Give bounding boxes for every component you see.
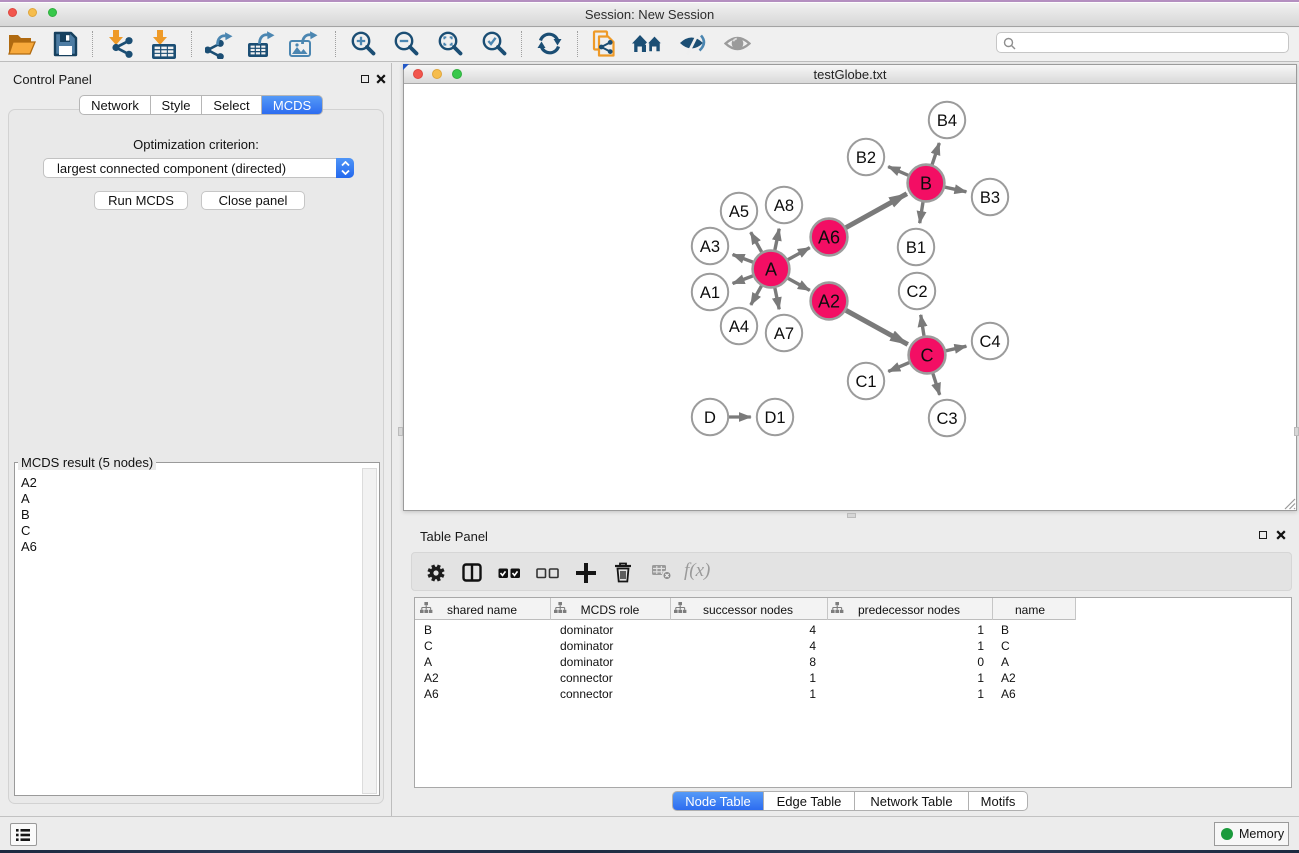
svg-text:D1: D1 (764, 409, 785, 427)
svg-text:A3: A3 (700, 238, 720, 256)
svg-text:A5: A5 (729, 203, 749, 221)
svg-text:C: C (921, 345, 934, 365)
svg-text:C2: C2 (906, 283, 927, 301)
svg-text:A4: A4 (729, 318, 749, 336)
svg-text:C1: C1 (855, 373, 876, 391)
svg-text:B2: B2 (856, 149, 876, 167)
svg-text:B1: B1 (906, 239, 926, 257)
svg-text:B: B (920, 173, 932, 193)
svg-text:A7: A7 (774, 325, 794, 343)
svg-text:A6: A6 (818, 227, 840, 247)
svg-text:C3: C3 (936, 410, 957, 428)
svg-text:A: A (765, 259, 777, 279)
svg-text:A1: A1 (700, 284, 720, 302)
svg-text:B4: B4 (937, 112, 957, 130)
svg-text:D: D (704, 409, 716, 427)
svg-text:C4: C4 (979, 333, 1000, 351)
svg-text:A2: A2 (818, 291, 840, 311)
svg-text:B3: B3 (980, 189, 1000, 207)
svg-text:A8: A8 (774, 197, 794, 215)
